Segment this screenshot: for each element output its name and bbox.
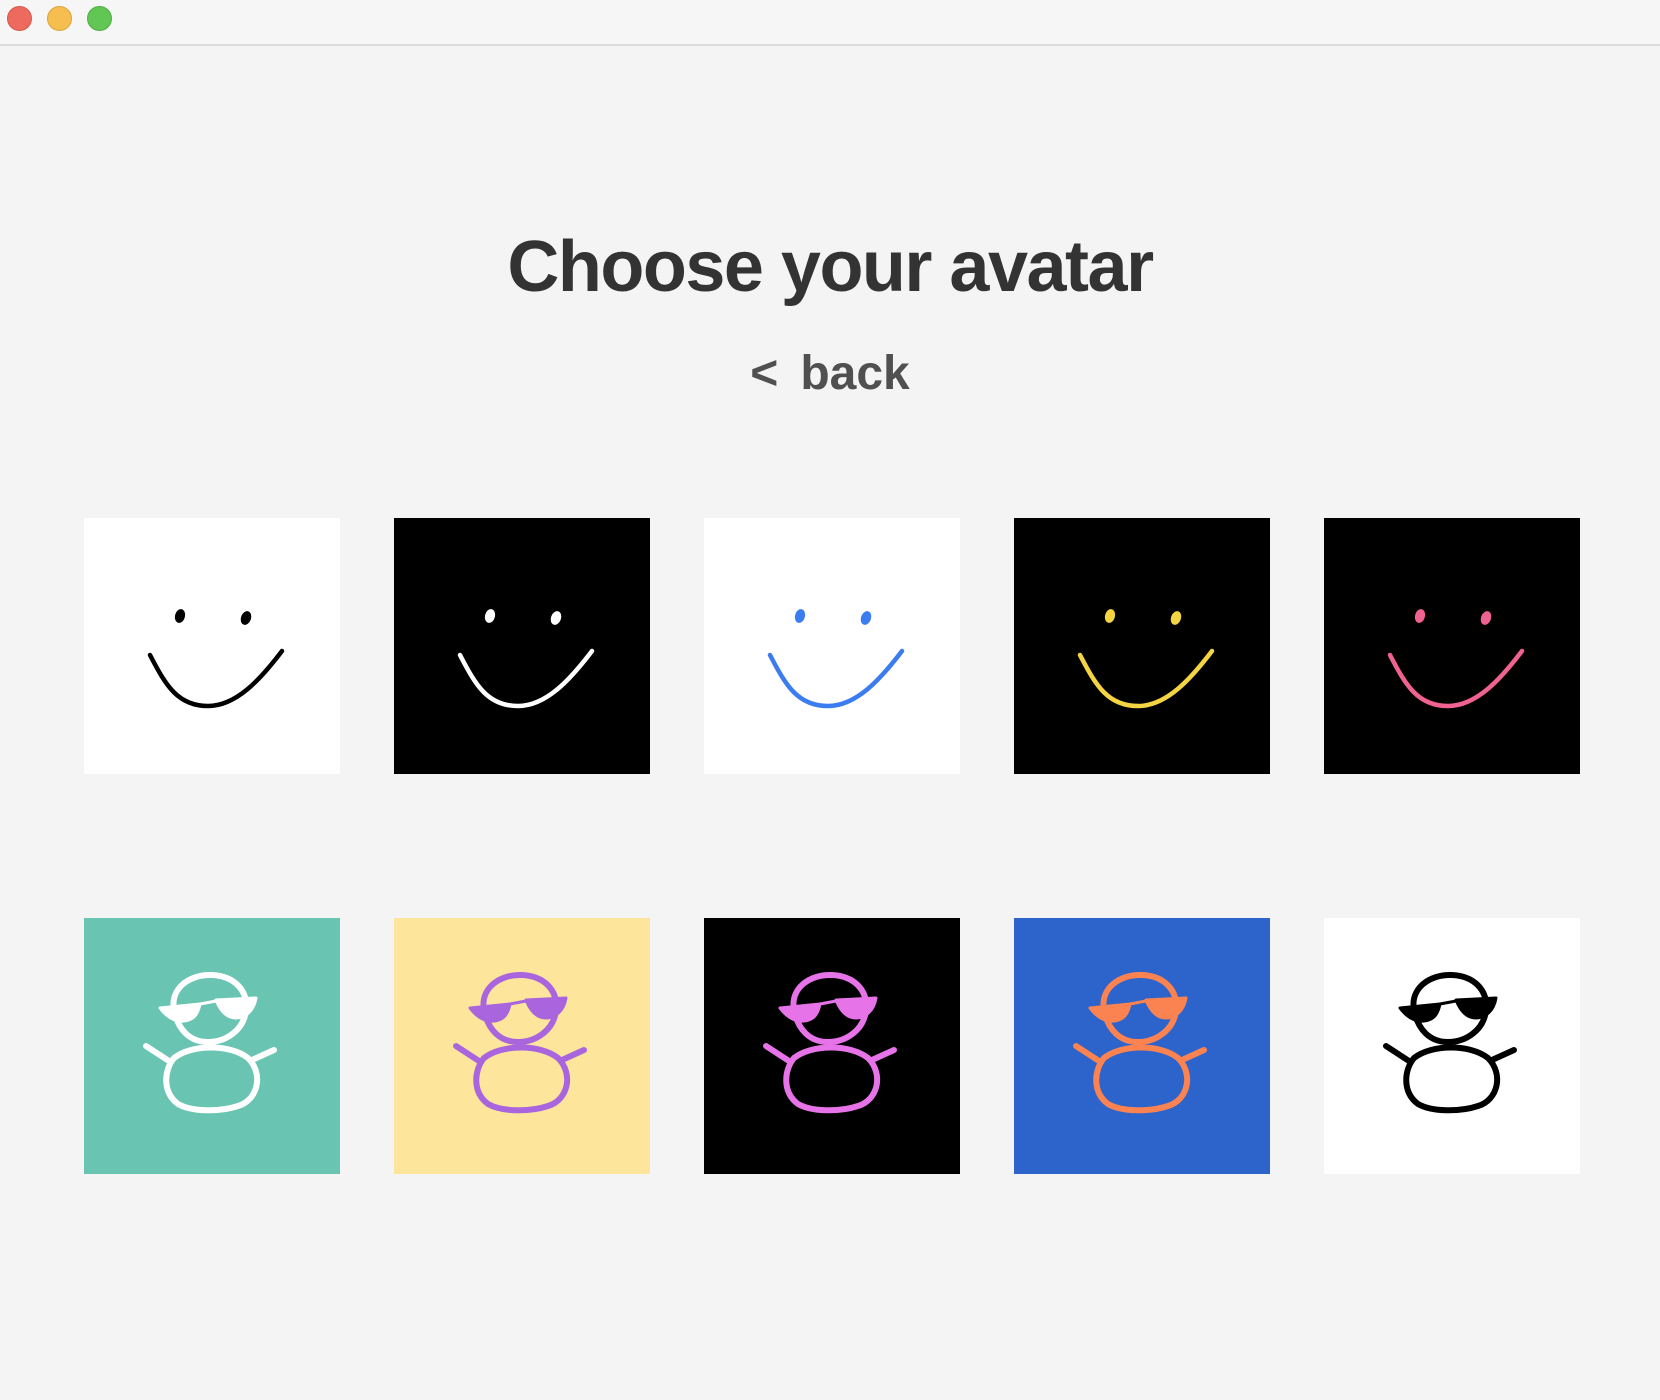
back-label: back — [800, 347, 910, 400]
avatar-option-smiley-3[interactable] — [704, 518, 960, 774]
avatar-option-smiley-4[interactable] — [1014, 518, 1270, 774]
avatar-option-character-3[interactable] — [704, 918, 960, 1174]
character-avatar-image — [704, 918, 960, 1174]
avatar-grid — [84, 518, 1580, 1174]
avatar-background — [1324, 518, 1580, 774]
avatar-option-character-4[interactable] — [1014, 918, 1270, 1174]
smiley-avatar-image — [84, 518, 340, 774]
avatar-background — [394, 518, 650, 774]
avatar-option-smiley-1[interactable] — [84, 518, 340, 774]
minimize-window-button[interactable] — [47, 6, 72, 31]
avatar-background — [84, 518, 340, 774]
avatar-option-character-2[interactable] — [394, 918, 650, 1174]
character-avatar-image — [394, 918, 650, 1174]
zoom-window-button[interactable] — [87, 6, 112, 31]
character-avatar-image — [84, 918, 340, 1174]
app-window: Choose your avatar < back — [0, 0, 1660, 1400]
avatar-background — [1014, 518, 1270, 774]
chevron-left-icon: < — [750, 347, 779, 400]
avatar-background — [704, 518, 960, 774]
avatar-option-character-1[interactable] — [84, 918, 340, 1174]
character-avatar-image — [1324, 918, 1580, 1174]
back-button[interactable]: < back — [0, 346, 1660, 402]
close-window-button[interactable] — [7, 6, 32, 31]
smiley-avatar-image — [704, 518, 960, 774]
page-title: Choose your avatar — [507, 227, 1154, 307]
smiley-avatar-image — [1014, 518, 1270, 774]
title-bar — [0, 0, 1660, 46]
character-avatar-image — [1014, 918, 1270, 1174]
avatar-option-smiley-2[interactable] — [394, 518, 650, 774]
avatar-option-character-5[interactable] — [1324, 918, 1580, 1174]
avatar-option-smiley-5[interactable] — [1324, 518, 1580, 774]
smiley-avatar-image — [1324, 518, 1580, 774]
smiley-avatar-image — [394, 518, 650, 774]
